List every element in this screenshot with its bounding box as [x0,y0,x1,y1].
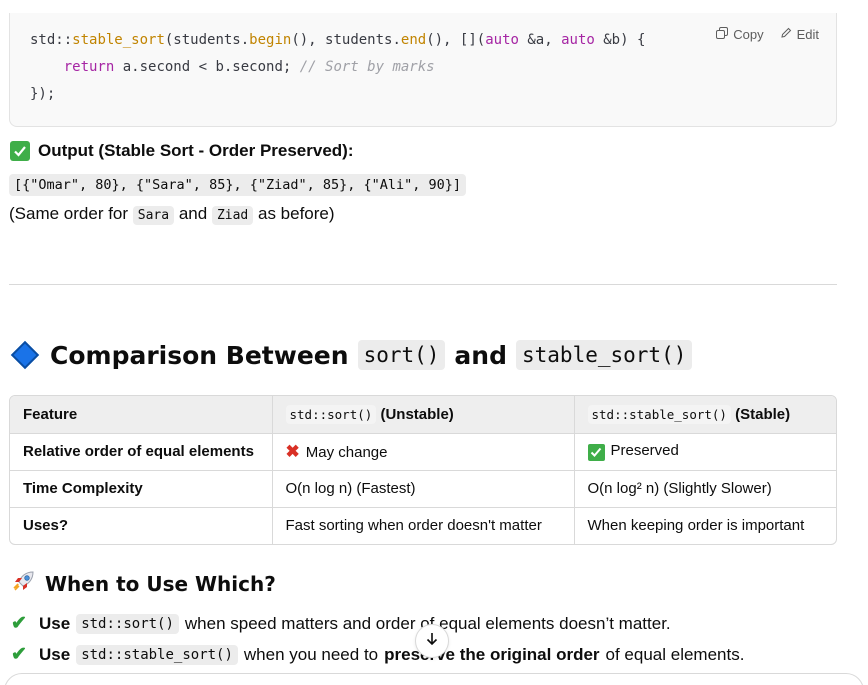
copy-button[interactable]: Copy [716,27,764,42]
check-box-icon [587,443,605,461]
edit-label: Edit [796,27,819,42]
header-sort: std::sort() (Unstable) [272,396,575,434]
message-composer[interactable] [4,673,864,685]
output-result: [{"Omar", 80}, {"Sara", 85}, {"Ziad", 85… [9,174,467,196]
scroll-to-bottom-button[interactable] [415,624,449,658]
code-line-1: std::stable_sort(students.begin(), stude… [30,32,646,48]
copy-label: Copy [733,27,764,42]
check-mark-icon: ✔ [11,613,27,634]
header-feature: Feature [10,396,273,434]
cell-stable: O(n log² n) (Slightly Slower) [574,470,836,508]
cell-stable: Preserved [574,433,836,471]
inline-code-ziad: Ziad [211,206,254,225]
arrow-down-icon [424,631,440,651]
output-note: (Same order for Sara and Ziad as before) [9,204,335,225]
table-row: Relative order of equal elements ✖ May ch… [10,433,836,471]
diamond-icon [10,340,40,370]
cell-feature: Time Complexity [10,470,273,508]
output-heading: Output (Stable Sort - Order Preserved): [10,141,354,161]
comparison-heading: Comparison Between sort() and stable_sor… [10,340,693,370]
cell-feature: Relative order of equal elements [10,433,273,471]
comparison-table: Feature std::sort() (Unstable) std::stab… [9,395,837,545]
header-stable-sort: std::stable_sort() (Stable) [574,396,836,434]
check-mark-icon: ✔ [11,644,27,665]
heading-code-sort: sort() [357,340,446,370]
inline-code-stable-sort: std::stable_sort() [76,644,238,665]
code-block: Copy Edit std::stable_sort(students.begi… [9,13,837,127]
code-line-3: }); [30,86,56,102]
cell-stable: When keeping order is important [587,517,805,535]
check-box-icon [10,141,30,161]
list-item: ✔ Use std::sort() when speed matters and… [11,613,671,634]
table-row: Uses? Fast sorting when order doesn't ma… [10,507,836,544]
table-row: Time Complexity O(n log n) (Fastest) O(n… [10,470,836,508]
cell-sort: ✖ May change [272,433,575,471]
divider [9,284,837,285]
heading-code-stable-sort: stable_sort() [516,340,693,370]
cell-feature: Uses? [10,507,273,544]
code-line-2: return a.second < b.second; // Sort by m… [63,59,435,75]
list-item: ✔ Use std::stable_sort() when you need t… [11,644,745,665]
when-heading: When to Use Which? [11,568,276,599]
output-heading-text: Output (Stable Sort - Order Preserved): [38,141,354,160]
inline-code-sort: std::sort() [76,613,179,634]
cell-sort: Fast sorting when order doesn't matter [272,507,575,544]
inline-code-sara: Sara [132,206,175,225]
cell-sort: O(n log n) (Fastest) [272,470,575,508]
edit-button[interactable]: Edit [780,27,819,42]
copy-icon [716,27,729,42]
rocket-icon [11,568,37,599]
x-mark-icon: ✖ [285,441,300,461]
table-header-row: Feature std::sort() (Unstable) std::stab… [10,396,836,434]
code-toolbar: Copy Edit [716,27,819,42]
output-result-code: [{"Omar", 80}, {"Sara", 85}, {"Ziad", 85… [9,174,467,196]
edit-icon [780,27,792,42]
